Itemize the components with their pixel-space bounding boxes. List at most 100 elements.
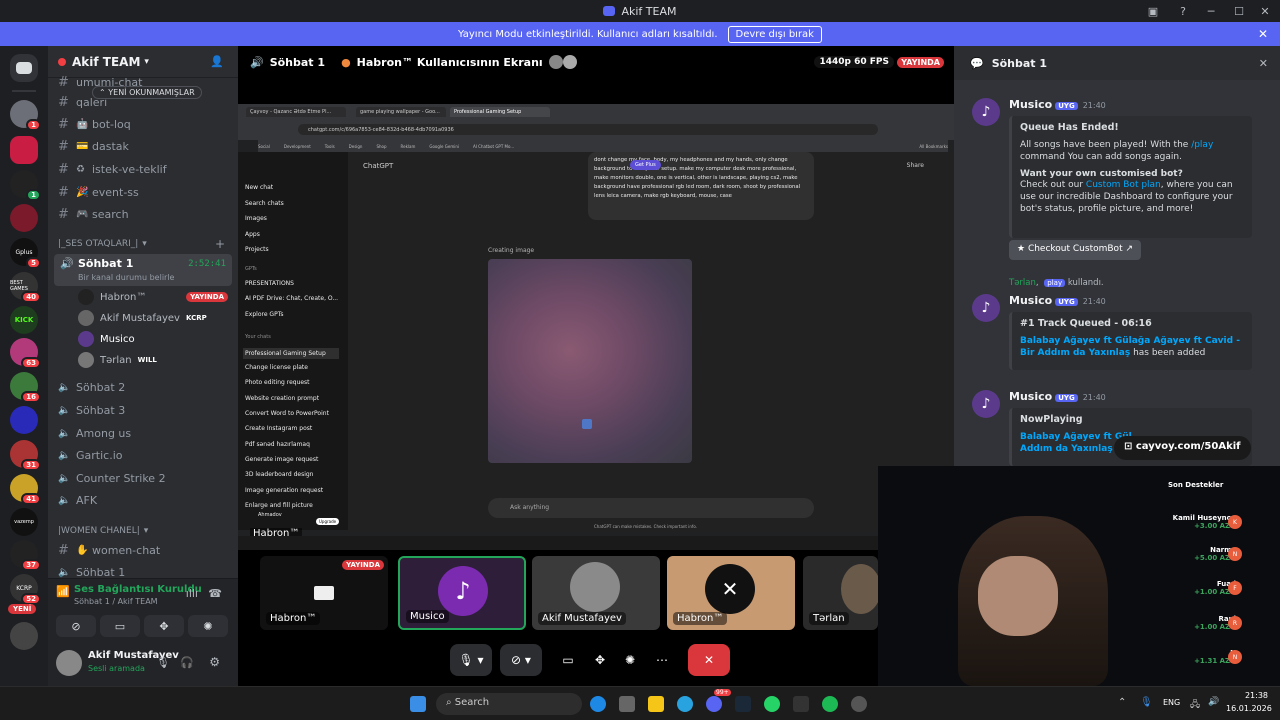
file-explorer-icon[interactable] [648, 696, 664, 712]
participant-tile[interactable]: YAYINDA Habron™ [260, 556, 388, 630]
channel-event-ss[interactable]: # 🎉 event-ss [58, 182, 233, 202]
browser-tab[interactable]: game playing wallpaper - Goo... [356, 107, 446, 117]
reply-context[interactable]: Tərlan, play kullandı. [1009, 278, 1104, 288]
voice-channel[interactable]: 🔈 AFK [58, 490, 233, 510]
inbox-icon[interactable]: ▣ [1140, 0, 1166, 22]
soundboard-button[interactable]: ✺ [618, 644, 642, 676]
channel-bot-loq[interactable]: # 🤖 bot-loq [58, 114, 233, 134]
active-voice-channel[interactable]: 🔊 Söhbat 1 2:52:41 Bir kanal durumu beli… [54, 254, 232, 286]
soundboard-button[interactable]: ✺ [188, 615, 228, 637]
avatar[interactable]: ♪ [972, 98, 1000, 126]
voice-channel[interactable]: 🔈 Among us [58, 423, 233, 443]
add-member-icon[interactable]: 👤 [210, 55, 224, 68]
server-icon[interactable]: vazemp [10, 508, 38, 536]
app-icon[interactable] [851, 696, 867, 712]
screen-share-button[interactable]: ▭ [100, 615, 140, 637]
browser-tab-active[interactable]: Professional Gaming Setup [450, 107, 550, 117]
channel-search[interactable]: # 🎮 search [58, 204, 233, 224]
maximize-button[interactable]: ☐ [1226, 0, 1252, 22]
activities-button[interactable]: ✥ [588, 644, 612, 676]
new-pill[interactable]: YENİ [8, 604, 37, 614]
voice-user[interactable]: Tərlan WILL [78, 350, 157, 370]
close-chat-icon[interactable]: ✕ [1259, 57, 1268, 70]
noise-suppression-icon[interactable]: ıllı [186, 587, 198, 600]
more-options-icon[interactable]: ⋯ [650, 644, 674, 676]
server-icon[interactable] [10, 204, 38, 232]
voice-channel[interactable]: 🔈 Gartic.io [58, 445, 233, 465]
voice-channel[interactable]: 🔈 Söhbat 3 [58, 400, 233, 420]
server-icon[interactable]: BEST GAMES 40 [10, 272, 41, 303]
store-icon[interactable] [619, 696, 635, 712]
server-icon[interactable] [10, 406, 38, 434]
disconnect-icon[interactable]: ☎ [208, 587, 222, 600]
call-controls: 🎙 ▾ ⊘ ▾ ▭ ✥ ✺ ⋯ ✕ [238, 636, 954, 686]
volume-icon[interactable]: 🔊 [1208, 697, 1219, 707]
avatar[interactable]: ♪ [972, 294, 1000, 322]
server-icon[interactable]: 41 [10, 474, 41, 505]
spotify-icon[interactable] [822, 696, 838, 712]
address-bar[interactable]: chatgpt.com/c/696a7853-ce84-832d-b468-4d… [298, 124, 878, 135]
channel-women-chat[interactable]: # ✋ women-chat [58, 540, 233, 560]
avatar [78, 352, 94, 368]
voice-user[interactable]: Habron™ YAYINDA [78, 287, 228, 307]
steam-icon[interactable] [735, 696, 751, 712]
help-icon[interactable]: ? [1170, 0, 1196, 22]
close-window-button[interactable]: ✕ [1252, 0, 1278, 22]
server-icon[interactable]: Gplus 5 [10, 238, 41, 269]
discord-icon[interactable]: 99+ [706, 689, 731, 712]
signal-icon[interactable]: 📶 [56, 585, 70, 598]
server-icon[interactable]: KICK [10, 306, 38, 334]
voice-category-header[interactable]: |_SES OTAQLARI_| ▾ + [58, 234, 233, 254]
unread-pill[interactable]: ⌃ YENİ OKUNMAMIŞLAR [92, 86, 202, 99]
mic-tray-icon[interactable]: 🎙 [1140, 697, 1153, 708]
windows-start-icon[interactable] [410, 696, 426, 712]
avatar[interactable]: ♪ [972, 390, 1000, 418]
voice-channel[interactable]: 🔈 Counter Strike 2 [58, 468, 233, 488]
server-icon[interactable]: KCRP 52 [10, 574, 41, 605]
voice-channel[interactable]: 🔈 Söhbat 2 [58, 377, 233, 397]
direct-messages-icon[interactable] [10, 54, 38, 82]
checkout-custombot-button[interactable]: ★ Checkout CustomBot ↗ [1009, 240, 1141, 260]
voice-user[interactable]: Akif Mustafayev KCRP [78, 308, 207, 328]
minimize-button[interactable]: ─ [1198, 0, 1224, 22]
get-plus-button[interactable]: Get Plus [630, 160, 661, 170]
edge-icon[interactable] [590, 696, 606, 712]
server-icon[interactable] [10, 622, 38, 650]
disable-streamer-mode-button[interactable]: Devre dışı bırak [727, 25, 822, 43]
women-category-header[interactable]: |WOMEN CHANEL| ▾ [58, 521, 233, 541]
whatsapp-icon[interactable] [764, 696, 780, 712]
mic-toggle-button[interactable]: 🎙 ▾ [450, 644, 492, 676]
headphones-icon[interactable]: 🎧 [180, 656, 194, 669]
voice-user[interactable]: Musico⊘ [78, 329, 248, 349]
tray-chevron-icon[interactable]: ⌃ [1118, 697, 1126, 708]
screen-share-button[interactable]: ▭ [556, 644, 580, 676]
participant-tile[interactable]: ♪ Musico [398, 556, 526, 630]
channel-istek-ve-teklif[interactable]: # ♻ istek-ve-teklif [58, 159, 233, 179]
participant-tile[interactable]: Akif Mustafayev [532, 556, 660, 630]
server-icon[interactable]: 1 [10, 100, 41, 131]
leave-call-button[interactable]: ✕ [688, 644, 730, 676]
taskbar-search[interactable]: ⌕ Search [436, 693, 582, 715]
voice-status[interactable]: Bir kanal durumu belirle [78, 273, 174, 282]
server-icon[interactable]: 16 [10, 372, 41, 403]
settings-gear-icon[interactable]: ⚙ [209, 655, 220, 669]
participant-tile[interactable]: Tərlan [803, 556, 878, 630]
server-icon[interactable]: 63 [10, 338, 41, 369]
camera-toggle-button[interactable]: ⊘ ▾ [500, 644, 542, 676]
channel-dastak[interactable]: # 💳 dastak [58, 136, 233, 156]
close-notice-icon[interactable]: ✕ [1258, 27, 1268, 41]
participant-tile[interactable]: ✕ Habron™ [667, 556, 795, 630]
avatar[interactable] [56, 650, 82, 676]
camera-off-button[interactable]: ⊘ [56, 615, 96, 637]
server-icon[interactable]: 1 [10, 170, 41, 201]
microphone-icon[interactable]: 🎙 [156, 656, 170, 669]
browser-tab[interactable]: Çayvoy - Qazanc Ətdə Etme Pl... [246, 107, 346, 117]
server-icon[interactable] [10, 136, 38, 164]
epic-games-icon[interactable] [793, 696, 809, 712]
activities-button[interactable]: ✥ [144, 615, 184, 637]
telegram-icon[interactable] [677, 696, 693, 712]
server-icon[interactable]: 31 [10, 440, 41, 471]
network-icon[interactable]: 🖧 [1190, 697, 1200, 713]
server-icon[interactable]: 37 [10, 540, 41, 571]
ask-input[interactable]: Ask anything [488, 498, 814, 518]
